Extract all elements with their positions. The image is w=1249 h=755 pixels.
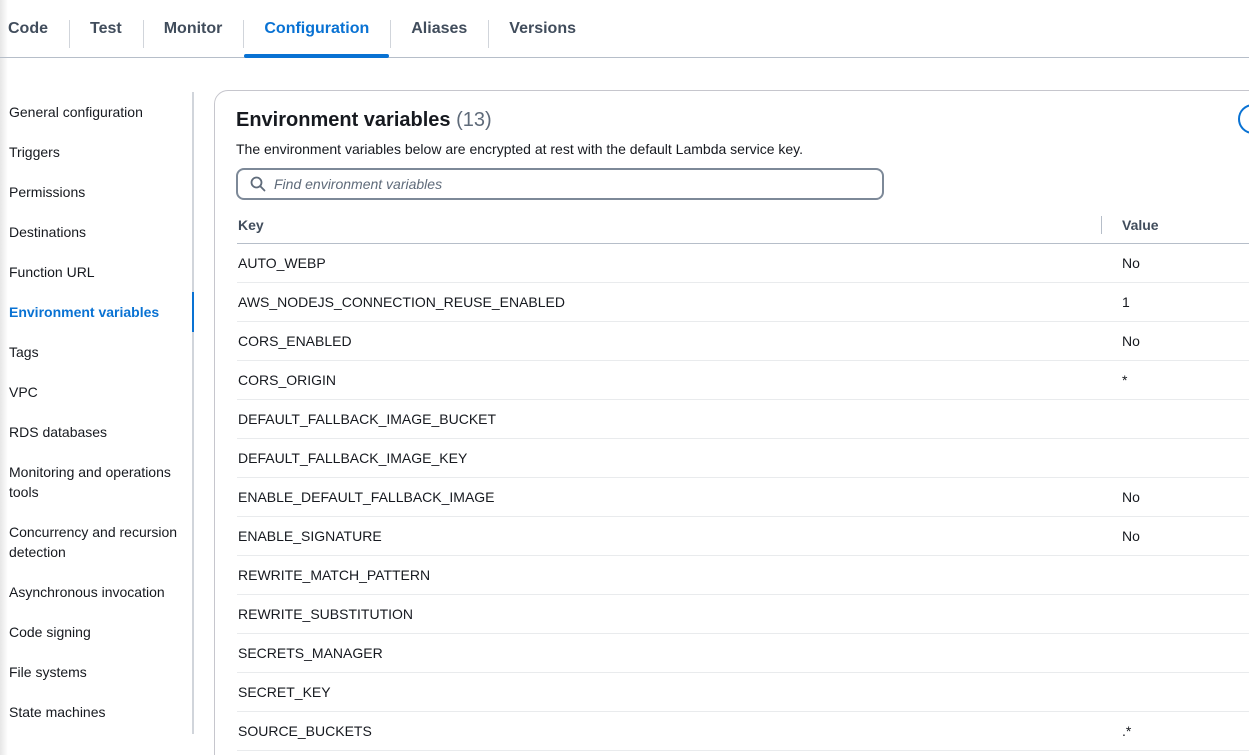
sidebar-item-permissions[interactable]: Permissions bbox=[9, 182, 187, 202]
sidebar-item-code-signing[interactable]: Code signing bbox=[9, 622, 187, 642]
sidebar-item-tags[interactable]: Tags bbox=[9, 342, 187, 362]
tab-configuration[interactable]: Configuration bbox=[243, 0, 390, 58]
config-sidebar: General configuration Triggers Permissio… bbox=[0, 92, 194, 734]
sidebar-item-destinations[interactable]: Destinations bbox=[9, 222, 187, 242]
tab-label: Configuration bbox=[264, 19, 370, 37]
row-key: AWS_NODEJS_CONNECTION_REUSE_ENABLED bbox=[238, 294, 566, 310]
tab-label: Aliases bbox=[411, 19, 468, 37]
tab-label: Monitor bbox=[163, 19, 223, 37]
sidebar-item-rds-databases[interactable]: RDS databases bbox=[9, 422, 187, 442]
search-icon bbox=[250, 176, 266, 192]
tab-aliases[interactable]: Aliases bbox=[390, 0, 488, 57]
table-row: REWRITE_SUBSTITUTION bbox=[237, 595, 1249, 634]
tab-code[interactable]: Code bbox=[0, 0, 69, 57]
edit-button[interactable] bbox=[1238, 104, 1249, 134]
sidebar-item-environment-variables[interactable]: Environment variables bbox=[9, 302, 187, 322]
row-value: No bbox=[1122, 528, 1140, 544]
table-row: ENABLE_DEFAULT_FALLBACK_IMAGE No bbox=[237, 478, 1249, 517]
tab-label: Test bbox=[90, 19, 122, 37]
row-value: No bbox=[1122, 255, 1140, 271]
row-key: CORS_ENABLED bbox=[238, 333, 352, 349]
row-key: ENABLE_DEFAULT_FALLBACK_IMAGE bbox=[238, 489, 495, 505]
row-key: DEFAULT_FALLBACK_IMAGE_BUCKET bbox=[238, 411, 497, 427]
variable-count: (13) bbox=[456, 109, 492, 131]
panel-title-text: Environment variables bbox=[236, 109, 451, 131]
sidebar-item-concurrency[interactable]: Concurrency and recursion detection bbox=[9, 522, 187, 562]
tab-monitor[interactable]: Monitor bbox=[142, 0, 244, 57]
row-key: CORS_ORIGIN bbox=[238, 372, 337, 388]
table-row: CORS_ORIGIN * bbox=[237, 361, 1249, 400]
tab-bar: Code Test Monitor Configuration Aliases … bbox=[0, 0, 1249, 58]
tab-label: Versions bbox=[509, 19, 576, 37]
row-value: No bbox=[1122, 333, 1140, 349]
table-row: SECRET_KEY bbox=[237, 673, 1249, 712]
panel-description: The environment variables below are encr… bbox=[236, 141, 804, 157]
table-row: SOURCE_BUCKETS .* bbox=[237, 712, 1249, 751]
column-header-value: Value bbox=[1122, 217, 1159, 233]
environment-variables-panel: Environment variables (13) The environme… bbox=[214, 90, 1249, 755]
row-key: REWRITE_SUBSTITUTION bbox=[238, 606, 414, 622]
panel-title: Environment variables (13) bbox=[236, 107, 492, 133]
sidebar-item-file-systems[interactable]: File systems bbox=[9, 662, 187, 682]
row-key: REWRITE_MATCH_PATTERN bbox=[238, 567, 431, 583]
row-key: ENABLE_SIGNATURE bbox=[238, 528, 382, 544]
column-header-key: Key bbox=[238, 217, 264, 233]
table-row: REWRITE_MATCH_PATTERN bbox=[237, 556, 1249, 595]
tab-test[interactable]: Test bbox=[69, 0, 143, 57]
row-key: SECRET_KEY bbox=[238, 684, 331, 700]
row-key: SOURCE_BUCKETS bbox=[238, 723, 372, 739]
sidebar-active-indicator bbox=[192, 292, 194, 332]
table-row: SECRETS_MANAGER bbox=[237, 634, 1249, 673]
sidebar-item-state-machines[interactable]: State machines bbox=[9, 702, 187, 722]
env-variables-table: Key Value AUTO_WEBP No AWS_NODEJS_CONNECT… bbox=[237, 205, 1249, 751]
row-value: 1 bbox=[1122, 294, 1130, 310]
column-divider[interactable] bbox=[1101, 216, 1102, 234]
table-row: CORS_ENABLED No bbox=[237, 322, 1249, 361]
sidebar-item-general-configuration[interactable]: General configuration bbox=[9, 102, 187, 122]
row-value: No bbox=[1122, 489, 1140, 505]
row-key: AUTO_WEBP bbox=[238, 255, 326, 271]
row-value: .* bbox=[1122, 723, 1132, 739]
search-input[interactable] bbox=[274, 176, 854, 192]
sidebar-item-triggers[interactable]: Triggers bbox=[9, 142, 187, 162]
tab-versions[interactable]: Versions bbox=[488, 0, 597, 57]
table-row: DEFAULT_FALLBACK_IMAGE_KEY bbox=[237, 439, 1249, 478]
sidebar-item-function-url[interactable]: Function URL bbox=[9, 262, 187, 282]
row-key: DEFAULT_FALLBACK_IMAGE_KEY bbox=[238, 450, 468, 466]
table-row: AWS_NODEJS_CONNECTION_REUSE_ENABLED 1 bbox=[237, 283, 1249, 322]
table-header: Key Value bbox=[237, 205, 1249, 244]
sidebar-item-async-invocation[interactable]: Asynchronous invocation bbox=[9, 582, 187, 602]
tab-label: Code bbox=[8, 19, 48, 37]
sidebar-item-monitoring-tools[interactable]: Monitoring and operations tools bbox=[9, 462, 187, 502]
sidebar-item-vpc[interactable]: VPC bbox=[9, 382, 187, 402]
table-row: AUTO_WEBP No bbox=[237, 244, 1249, 283]
table-row: DEFAULT_FALLBACK_IMAGE_BUCKET bbox=[237, 400, 1249, 439]
row-value: * bbox=[1122, 372, 1128, 388]
search-box bbox=[236, 168, 884, 200]
table-row: ENABLE_SIGNATURE No bbox=[237, 517, 1249, 556]
row-key: SECRETS_MANAGER bbox=[238, 645, 383, 661]
